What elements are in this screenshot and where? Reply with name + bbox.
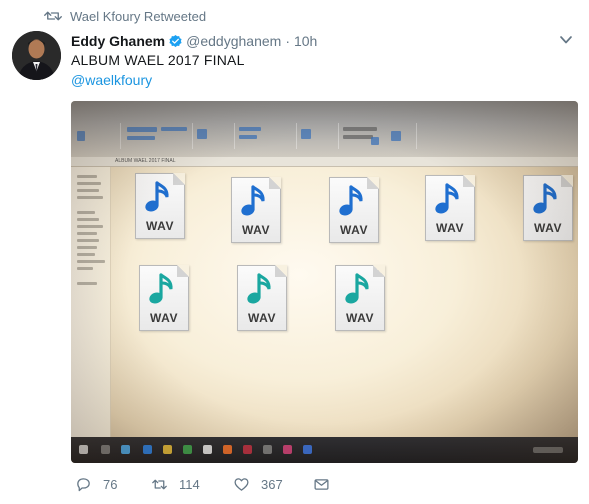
separator: · — [285, 33, 290, 49]
retweet-button[interactable]: 114 — [151, 476, 200, 493]
retweet-count: 114 — [179, 477, 200, 492]
tweet-timestamp[interactable]: 10h — [294, 33, 317, 49]
music-note-icon — [339, 185, 363, 216]
explorer-ribbon — [71, 101, 578, 157]
file-extension-label: WAV — [534, 221, 562, 235]
address-bar: ALBUM WAEL 2017 FINAL — [71, 157, 578, 167]
like-count: 367 — [261, 477, 283, 492]
address-path: ALBUM WAEL 2017 FINAL — [115, 158, 176, 164]
reply-count: 76 — [103, 477, 118, 492]
verified-badge-icon — [169, 34, 182, 47]
file-extension-label: WAV — [242, 223, 270, 237]
music-note-icon — [149, 273, 173, 304]
wav-file-icon[interactable]: WAV — [229, 265, 287, 335]
author-name[interactable]: Eddy Ghanem — [71, 33, 165, 49]
file-extension-label: WAV — [340, 223, 368, 237]
file-extension-label: WAV — [248, 311, 276, 325]
file-extension-label: WAV — [346, 311, 374, 325]
avatar[interactable] — [12, 31, 61, 80]
music-note-icon — [533, 183, 557, 214]
direct-message-button[interactable] — [313, 476, 330, 493]
avatar-image — [12, 31, 61, 80]
envelope-icon — [314, 479, 329, 490]
navigation-pane — [71, 167, 111, 437]
like-button[interactable]: 367 — [233, 476, 283, 493]
file-extension-label: WAV — [150, 311, 178, 325]
wav-file-icon[interactable]: WAV — [321, 177, 379, 247]
taskbar — [71, 437, 578, 463]
tweet-header: Eddy Ghanem @eddyghanem · 10h — [71, 31, 569, 51]
music-note-icon — [145, 181, 169, 212]
wav-file-icon[interactable]: WAV — [127, 173, 185, 243]
reply-button[interactable]: 76 — [75, 476, 117, 493]
file-extension-label: WAV — [436, 221, 464, 235]
file-extension-label: WAV — [146, 219, 174, 233]
retweet-icon — [44, 11, 62, 21]
chevron-down-icon[interactable] — [559, 34, 573, 46]
wav-file-icon[interactable]: WAV — [327, 265, 385, 335]
tweet-photo[interactable]: ALBUM WAEL 2017 FINAL WAV WAV WAV WAV WAV WAV… — [71, 101, 578, 463]
music-note-icon — [247, 273, 271, 304]
retweet-context-text: Wael Kfoury Retweeted — [70, 8, 207, 24]
author-handle[interactable]: @eddyghanem — [186, 33, 281, 49]
music-note-icon — [345, 273, 369, 304]
retweet-context[interactable]: Wael Kfoury Retweeted — [44, 8, 206, 24]
wav-file-icon[interactable]: WAV — [515, 175, 573, 245]
music-note-icon — [435, 183, 459, 214]
reply-icon — [77, 478, 90, 492]
mention-link[interactable]: @waelkfoury — [71, 72, 152, 88]
tweet-text: ALBUM WAEL 2017 FINAL — [71, 52, 245, 68]
heart-icon — [234, 478, 249, 491]
wav-file-icon[interactable]: WAV — [223, 177, 281, 247]
wav-file-icon[interactable]: WAV — [417, 175, 475, 245]
retweet-icon — [152, 479, 167, 490]
wav-file-icon[interactable]: WAV — [131, 265, 189, 335]
music-note-icon — [241, 185, 265, 216]
